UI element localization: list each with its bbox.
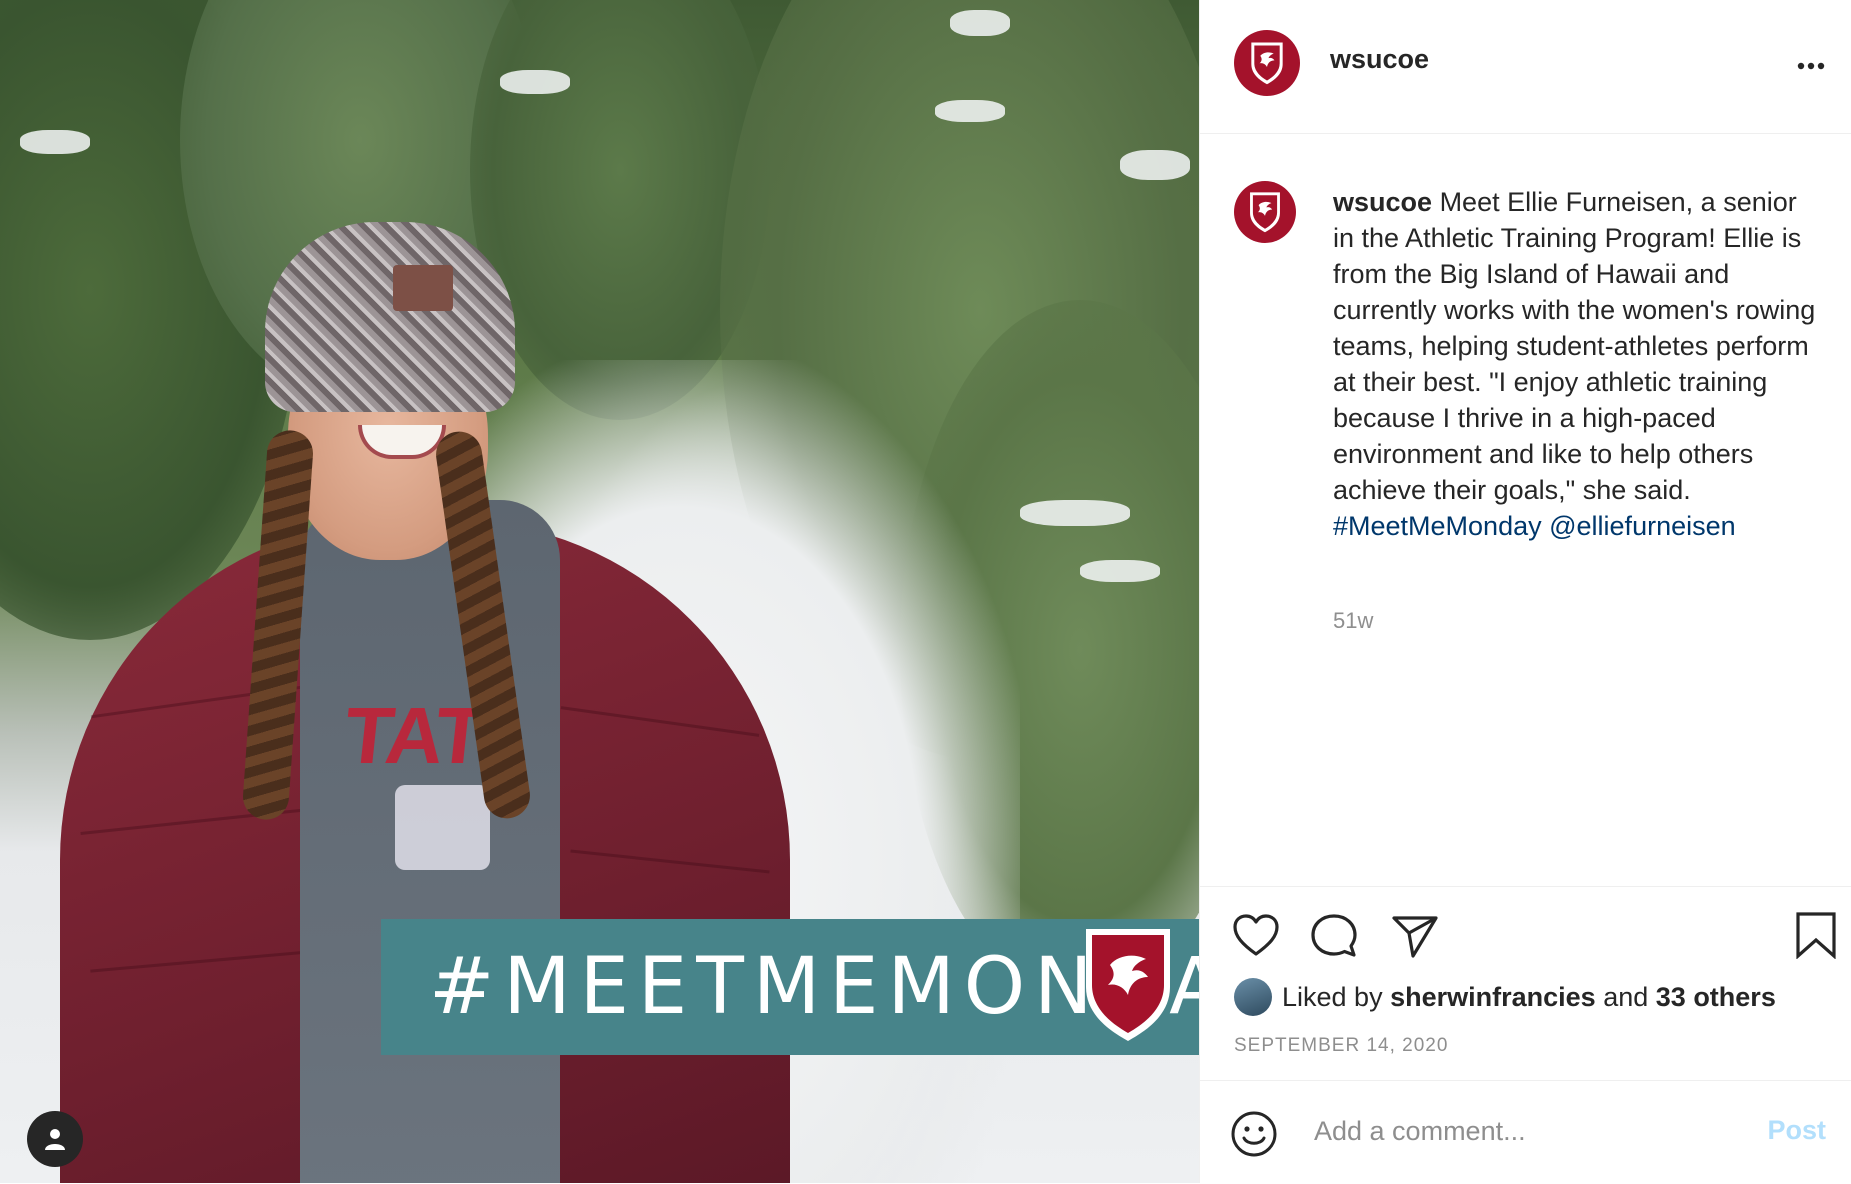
liker-username[interactable]: sherwinfrancies (1390, 982, 1596, 1013)
shirt-logo (395, 785, 490, 870)
profile-avatar[interactable] (1234, 30, 1300, 96)
share-button[interactable] (1391, 913, 1439, 964)
post-image[interactable]: TAT #MEETMEMONDAY (0, 0, 1199, 1183)
instagram-post: TAT #MEETMEMONDAY wsucoe wsucoe Meet Ell… (0, 0, 1851, 1183)
likes-others-link[interactable]: 33 others (1656, 982, 1776, 1013)
like-button[interactable] (1232, 913, 1280, 962)
caption-avatar[interactable] (1234, 181, 1296, 243)
smiley-icon (1231, 1111, 1277, 1157)
caption-timestamp[interactable]: 51w (1333, 608, 1373, 634)
meetmemonday-banner: #MEETMEMONDAY (381, 919, 1199, 1055)
mention-link[interactable]: @elliefurneisen (1549, 511, 1736, 541)
tagged-users-button[interactable] (27, 1111, 83, 1167)
shirt-text: TAT (340, 691, 488, 780)
caption-text: wsucoe Meet Ellie Furneisen, a senior in… (1333, 184, 1823, 544)
caption-username[interactable]: wsucoe (1333, 187, 1432, 217)
likes-summary: Liked by sherwinfrancies and 33 others (1234, 978, 1776, 1016)
post-header: wsucoe (1200, 0, 1851, 134)
person-icon (45, 1129, 65, 1150)
likes-prefix: Liked by (1282, 981, 1383, 1012)
wsu-logo-icon (1250, 192, 1280, 233)
wsu-shield-icon (1086, 929, 1170, 1041)
bookmark-icon (1796, 912, 1836, 960)
hashtag-link[interactable]: #MeetMeMonday (1333, 511, 1542, 541)
actions-section: Liked by sherwinfrancies and 33 others S… (1200, 886, 1851, 1082)
comment-bar: Post (1200, 1080, 1851, 1184)
post-date[interactable]: SEPTEMBER 14, 2020 (1234, 1035, 1448, 1057)
likes-conjunction: and (1603, 981, 1649, 1012)
header-username[interactable]: wsucoe (1330, 44, 1429, 75)
post-comment-button[interactable]: Post (1767, 1115, 1826, 1146)
comment-button[interactable] (1310, 913, 1358, 964)
caption-body: Meet Ellie Furneisen, a senior in the At… (1333, 187, 1816, 505)
more-options-button[interactable] (1797, 44, 1825, 78)
liker-avatar[interactable] (1234, 978, 1272, 1016)
beanie (265, 222, 515, 412)
emoji-button[interactable] (1230, 1110, 1278, 1163)
beanie-patch (393, 265, 453, 311)
comment-icon (1311, 914, 1357, 957)
comment-input[interactable] (1312, 1115, 1736, 1148)
paper-plane-icon (1392, 916, 1438, 958)
save-button[interactable] (1795, 911, 1837, 964)
wsu-logo-icon (1251, 42, 1283, 85)
more-horizontal-icon (1797, 62, 1825, 70)
post-side-panel: wsucoe wsucoe Meet Ellie Furneisen, a se… (1199, 0, 1851, 1183)
heart-icon (1233, 914, 1279, 956)
